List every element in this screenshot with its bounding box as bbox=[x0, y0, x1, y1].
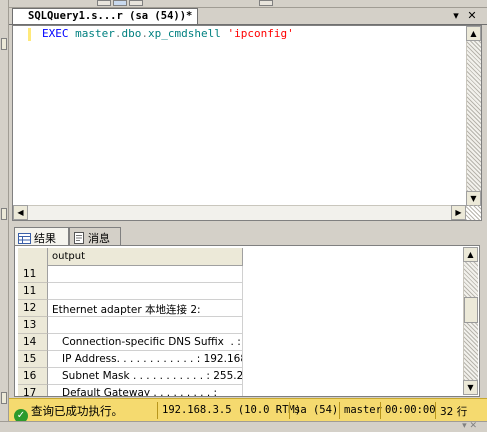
output-cell[interactable]: Connection-specific DNS Suffix . : bbox=[49, 334, 243, 351]
grid-corner[interactable] bbox=[18, 248, 48, 266]
ssms-window: SQLQuery1.s...r (sa (54))* ▾ ✕ EXEC mast… bbox=[0, 0, 487, 432]
row-number[interactable]: 13 bbox=[18, 317, 48, 334]
output-cell[interactable] bbox=[49, 266, 243, 283]
scroll-up-icon[interactable]: ▲ bbox=[463, 247, 478, 262]
table-row[interactable]: 14 Connection-specific DNS Suffix . : bbox=[18, 334, 243, 351]
row-number[interactable]: 12 bbox=[18, 300, 48, 317]
query-document-tab[interactable]: SQLQuery1.s...r (sa (54))* bbox=[12, 8, 198, 25]
scroll-up-icon[interactable]: ▲ bbox=[466, 26, 481, 41]
scroll-track bbox=[28, 206, 438, 220]
status-message: ✓ 查询已成功执行。 bbox=[14, 402, 123, 423]
left-dock-strip bbox=[0, 0, 9, 432]
output-cell[interactable]: Ethernet adapter 本地连接 2: bbox=[49, 300, 243, 317]
row-number[interactable]: 11 bbox=[18, 283, 48, 300]
output-cell[interactable]: Default Gateway . . . . . . . . . : bbox=[49, 385, 243, 396]
status-message-text: 查询已成功执行。 bbox=[31, 404, 123, 418]
scroll-down-icon[interactable]: ▼ bbox=[466, 191, 481, 206]
scroll-right-icon[interactable]: ▶ bbox=[451, 205, 466, 220]
scroll-thumb[interactable] bbox=[464, 297, 478, 323]
window-position-icon[interactable]: ▾ bbox=[450, 9, 462, 22]
table-row[interactable]: 16 Subnet Mask . . . . . . . . . . . : 2… bbox=[18, 368, 243, 385]
code-schema: master bbox=[75, 27, 115, 40]
row-number[interactable]: 11 bbox=[18, 266, 48, 283]
query-status-bar: ✓ 查询已成功执行。 192.168.3.5 (10.0 RTM) sa (54)… bbox=[9, 398, 487, 423]
status-database: master bbox=[339, 402, 382, 419]
status-server: 192.168.3.5 (10.0 RTM) bbox=[157, 402, 301, 419]
tab-messages-label: 消息 bbox=[88, 232, 110, 245]
toolbar-button[interactable] bbox=[113, 0, 127, 6]
output-cell[interactable]: Subnet Mask . . . . . . . . . . . : 255.… bbox=[49, 368, 243, 385]
toolbar-button[interactable] bbox=[129, 0, 143, 6]
query-editor[interactable]: EXEC master.dbo.xp_cmdshell 'ipconfig' ▲… bbox=[12, 25, 482, 221]
grid-header: output bbox=[18, 248, 243, 266]
row-number[interactable]: 15 bbox=[18, 351, 48, 368]
code-argument: 'ipconfig' bbox=[227, 27, 294, 40]
editor-margin bbox=[13, 26, 27, 206]
scroll-track bbox=[467, 41, 481, 191]
status-elapsed-time: 00:00:00 bbox=[380, 402, 436, 419]
results-vertical-scrollbar[interactable]: ▲ ▼ bbox=[463, 247, 478, 395]
close-tab-icon[interactable]: ✕ bbox=[466, 9, 478, 22]
tab-results[interactable]: 结果 bbox=[14, 227, 69, 246]
change-marker bbox=[28, 28, 31, 41]
query-tab-title: SQLQuery1.s...r (sa (54))* bbox=[28, 10, 193, 22]
output-cell[interactable]: IP Address. . . . . . . . . . . . : 192.… bbox=[49, 351, 243, 368]
left-dock-tab[interactable] bbox=[1, 392, 7, 404]
column-header-output[interactable]: output bbox=[49, 248, 243, 266]
toolbar-strip bbox=[9, 0, 487, 8]
results-grid-pane[interactable]: output 11 11 12 Ethernet adapter 本地连接 2: 13 1… bbox=[14, 245, 480, 397]
left-dock-tab[interactable] bbox=[1, 38, 7, 50]
output-cell[interactable] bbox=[49, 283, 243, 300]
row-number[interactable]: 16 bbox=[18, 368, 48, 385]
toolbar-button[interactable] bbox=[259, 0, 273, 6]
tab-results-label: 结果 bbox=[34, 232, 56, 245]
editor-horizontal-scrollbar[interactable]: ◀ ▶ bbox=[13, 205, 466, 220]
results-grid[interactable]: output 11 11 12 Ethernet adapter 本地连接 2: 13 1… bbox=[18, 248, 243, 396]
row-number[interactable]: 17 bbox=[18, 385, 48, 396]
code-line-1[interactable]: EXEC master.dbo.xp_cmdshell 'ipconfig' bbox=[42, 27, 294, 40]
table-row[interactable]: 17 Default Gateway . . . . . . . . . : bbox=[18, 385, 243, 396]
code-keyword: EXEC bbox=[42, 27, 69, 40]
row-number[interactable]: 14 bbox=[18, 334, 48, 351]
tab-messages[interactable]: 消息 bbox=[69, 227, 121, 245]
table-row[interactable]: 11 bbox=[18, 283, 243, 300]
code-procedure: xp_cmdshell bbox=[148, 27, 221, 40]
code-owner: dbo bbox=[121, 27, 142, 40]
scroll-down-icon[interactable]: ▼ bbox=[463, 380, 478, 395]
editor-vertical-scrollbar[interactable]: ▲ ▼ bbox=[466, 26, 481, 206]
size-grip bbox=[466, 205, 481, 220]
toolbar-button[interactable] bbox=[97, 0, 111, 6]
status-login: sa (54) bbox=[289, 402, 339, 419]
table-row[interactable]: 13 bbox=[18, 317, 243, 334]
left-dock-tab[interactable] bbox=[1, 208, 7, 220]
status-row-count: 32 行 bbox=[435, 402, 483, 419]
table-row[interactable]: 15 IP Address. . . . . . . . . . . . : 1… bbox=[18, 351, 243, 368]
table-row[interactable]: 11 bbox=[18, 266, 243, 283]
output-cell[interactable] bbox=[49, 317, 243, 334]
bottom-strip: ▾ ✕ bbox=[0, 421, 487, 432]
scroll-left-icon[interactable]: ◀ bbox=[13, 205, 28, 220]
bottom-control-icon[interactable]: ▾ ✕ bbox=[462, 421, 477, 431]
table-row[interactable]: 12 Ethernet adapter 本地连接 2: bbox=[18, 300, 243, 317]
